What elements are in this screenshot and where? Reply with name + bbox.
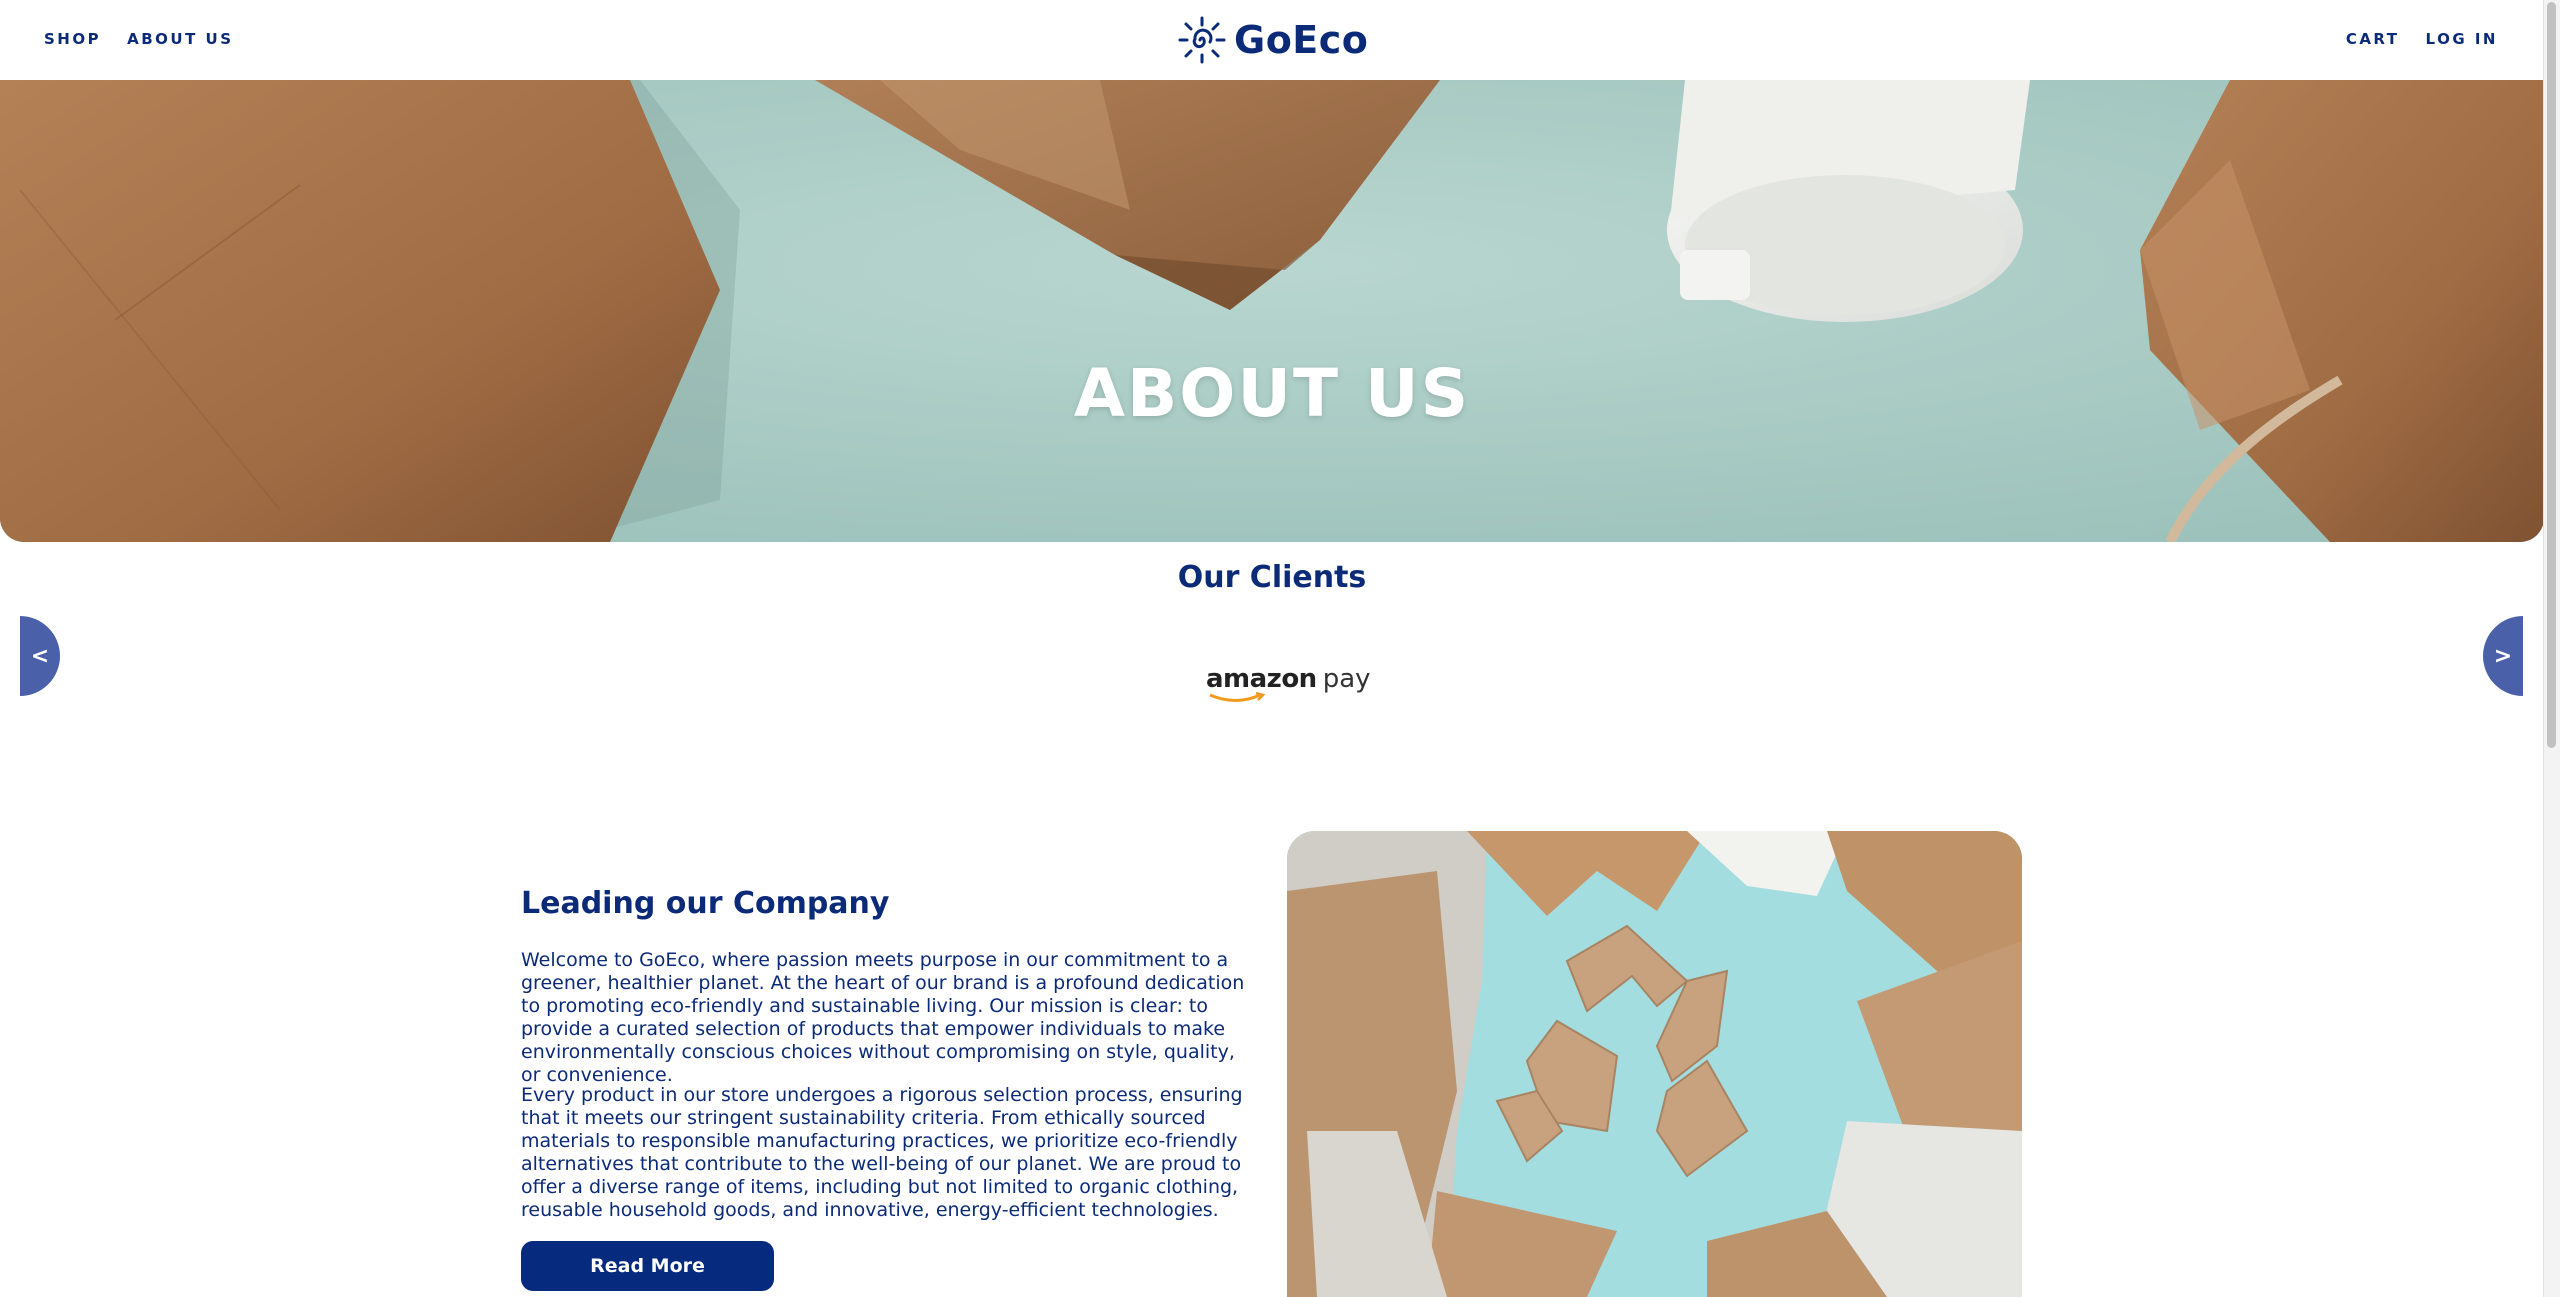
read-more-button[interactable]: Read More <box>521 1241 774 1291</box>
recycling-paper-image <box>1287 831 2022 1297</box>
company-paragraph-1: Welcome to GoEco, where passion meets pu… <box>521 949 1245 1086</box>
scrollbar-thumb[interactable] <box>2547 2 2556 748</box>
company-paragraph-2: Every product in our store undergoes a r… <box>521 1084 1243 1221</box>
hero-banner: ABOUT US <box>0 80 2544 542</box>
company-heading: Leading our Company <box>521 886 890 921</box>
page-scrollbar[interactable] <box>2543 0 2560 1297</box>
amazon-smile-icon <box>1209 692 1266 702</box>
recycle-icon <box>1287 831 2022 1297</box>
account-nav: CART LOG IN <box>2346 30 2498 48</box>
carousel-prev-button[interactable]: < <box>20 616 60 696</box>
client-logo-text-pay: pay <box>1322 664 1371 694</box>
chevron-right-icon: > <box>2493 643 2513 669</box>
primary-nav: SHOP ABOUT US <box>44 30 234 48</box>
client-logo-amazon-pay[interactable]: amazon pay <box>1206 664 1371 702</box>
clients-heading: Our Clients <box>1177 560 1367 595</box>
hero-title: ABOUT US <box>1073 355 1471 432</box>
nav-about-link[interactable]: ABOUT US <box>127 30 233 48</box>
chevron-left-icon: < <box>30 643 50 669</box>
carousel-next-button[interactable]: > <box>2483 616 2523 696</box>
hero-background-image <box>0 80 2544 542</box>
brand-logo[interactable]: GoEco <box>1178 16 1368 64</box>
client-logo-text-amazon: amazon <box>1206 664 1317 694</box>
nav-shop-link[interactable]: SHOP <box>44 30 101 48</box>
sun-spiral-icon <box>1178 16 1226 64</box>
nav-cart-link[interactable]: CART <box>2346 30 2400 48</box>
brand-name: GoEco <box>1234 18 1369 62</box>
nav-login-link[interactable]: LOG IN <box>2426 30 2498 48</box>
site-header: SHOP ABOUT US GoEco CART LOG IN <box>0 0 2544 81</box>
